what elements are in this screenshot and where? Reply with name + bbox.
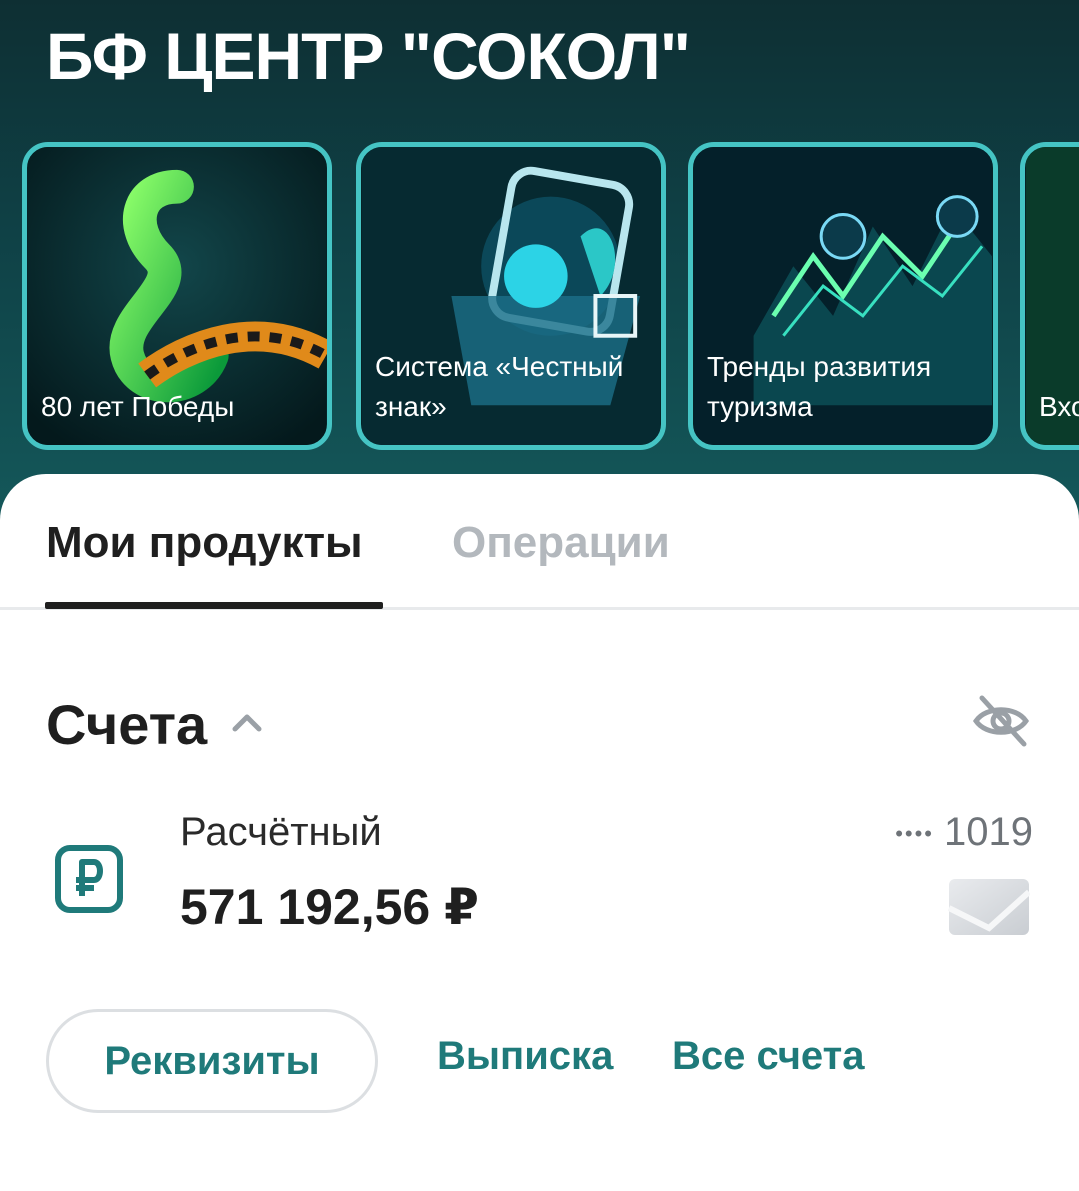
products-panel: Мои продукты Операции Счета Расчётный 57…: [0, 474, 1079, 1191]
stories-carousel[interactable]: 80 лет Победы Система «Честный знак» Тре…: [22, 142, 1079, 452]
story-card-victory[interactable]: 80 лет Победы: [22, 142, 332, 450]
account-balance[interactable]: 571 192,56 ₽: [180, 878, 479, 936]
tab-my-products[interactable]: Мои продукты: [46, 518, 363, 568]
card-thumbnail-icon[interactable]: [948, 878, 1030, 936]
tab-operations[interactable]: Операции: [452, 518, 670, 568]
account-last-digits: 1019: [944, 810, 1033, 854]
statement-button[interactable]: Выписка: [437, 1034, 613, 1079]
tab-bar: Мои продукты Операции: [0, 474, 1079, 610]
active-tab-indicator: [45, 602, 383, 609]
story-label: Тренды развития туризма: [707, 351, 932, 422]
accounts-section-title[interactable]: Счета: [46, 692, 207, 757]
story-card-honest-sign[interactable]: Система «Честный знак»: [356, 142, 666, 450]
story-card-partial[interactable]: Вхо: [1020, 142, 1079, 450]
requisites-button[interactable]: Реквизиты: [46, 1009, 378, 1113]
story-label: 80 лет Победы: [41, 391, 235, 422]
account-number-mask: •••• 1019: [895, 810, 1033, 855]
mask-dots: ••••: [895, 821, 935, 847]
story-label: Вхо: [1039, 391, 1079, 422]
all-accounts-button[interactable]: Все счета: [672, 1034, 864, 1079]
organization-title[interactable]: БФ ЦЕНТР "СОКОЛ": [46, 18, 691, 94]
ruble-account-icon: [55, 845, 123, 913]
hide-balance-eye-icon[interactable]: [970, 692, 1032, 750]
account-name[interactable]: Расчётный: [180, 810, 382, 855]
header-banner: БФ ЦЕНТР "СОКОЛ" 80 лет Победы Система «…: [0, 0, 1079, 520]
chevron-up-icon[interactable]: [230, 710, 264, 734]
story-card-tourism[interactable]: Тренды развития туризма: [688, 142, 998, 450]
story-label: Система «Честный знак»: [375, 351, 624, 422]
